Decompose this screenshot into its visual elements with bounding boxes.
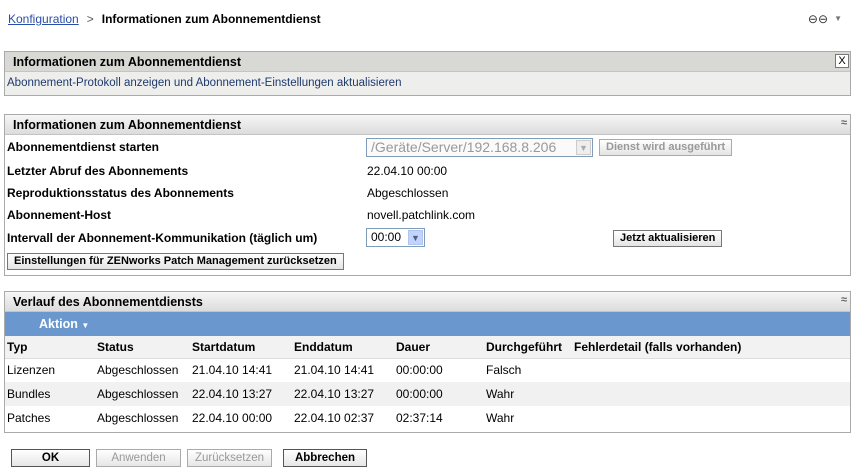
column-header[interactable]: Startdatum xyxy=(190,336,292,359)
cell: 21.04.10 14:41 xyxy=(192,363,273,378)
column-header[interactable]: Status xyxy=(95,336,190,359)
service-running-button: Dienst wird ausgeführt xyxy=(599,139,733,156)
cell: 02:37:14 xyxy=(396,411,443,425)
section-title: Informationen zum Abonnementdienst xyxy=(13,118,242,132)
interval-select[interactable]: 00:00 ▼ xyxy=(366,228,425,247)
info-box: Informationen zum Abonnementdienst X Abo… xyxy=(4,51,851,96)
chevron-down-icon: ▼ xyxy=(81,321,90,330)
value-host: novell.patchlink.com xyxy=(367,208,476,222)
cell: Abgeschlossen xyxy=(95,382,190,406)
collapse-icon[interactable]: ≈ xyxy=(841,117,847,129)
column-header[interactable]: Typ xyxy=(5,336,95,359)
cell xyxy=(572,406,850,430)
cell: 22.04.10 02:37 xyxy=(294,411,375,425)
link-icon[interactable]: ⊖⊖ xyxy=(808,12,828,26)
subscription-history-section: Verlauf des Abonnementdiensts ≈ Aktion ▼ … xyxy=(4,291,851,433)
action-menu-label: Aktion xyxy=(39,317,78,331)
table-row[interactable]: Lizenzen Abgeschlossen 21.04.10 14:41 21.04… xyxy=(5,358,850,382)
cell xyxy=(572,358,850,382)
chevron-down-icon[interactable]: ▼ xyxy=(834,14,842,23)
collapse-icon[interactable]: ≈ xyxy=(841,294,847,306)
cell: Lizenzen xyxy=(7,363,56,378)
cancel-button[interactable]: Abbrechen xyxy=(283,449,367,467)
info-box-description: Abonnement-Protokoll anzeigen und Abonne… xyxy=(7,77,402,89)
interval-select-value: 00:00 xyxy=(371,230,402,244)
cell: 22.04.10 00:00 xyxy=(192,411,273,425)
history-table: Typ Status Startdatum Enddatum Dauer Durchgef… xyxy=(5,336,850,430)
cell: Patches xyxy=(7,411,51,425)
server-select: /Geräte/Server/192.168.8.206 ▼ xyxy=(366,138,593,157)
update-now-button[interactable]: Jetzt aktualisieren xyxy=(613,230,723,247)
column-header[interactable]: Enddatum xyxy=(292,336,394,359)
value-replication-status: Abgeschlossen xyxy=(367,186,449,200)
label-start-service: Abonnementdienst starten xyxy=(7,140,160,154)
cell: 00:00:00 xyxy=(394,382,484,406)
cell: Abgeschlossen xyxy=(97,411,179,425)
info-box-title: Informationen zum Abonnementdienst xyxy=(5,52,850,72)
table-row[interactable]: Patches Abgeschlossen 22.04.10 00:00 22.04.… xyxy=(5,406,850,430)
action-menu[interactable]: Aktion ▼ xyxy=(5,312,850,336)
reset-patch-management-button[interactable]: Einstellungen für ZENworks Patch Managem… xyxy=(7,253,344,270)
column-header[interactable]: Dauer xyxy=(394,336,484,359)
label-host: Abonnement-Host xyxy=(7,208,111,222)
breadcrumb-link-konfiguration[interactable]: Konfiguration xyxy=(8,12,79,26)
close-icon[interactable]: X xyxy=(835,54,849,68)
table-header-row: Typ Status Startdatum Enddatum Dauer Durchgef… xyxy=(5,336,850,359)
table-row[interactable]: Bundles Abgeschlossen 22.04.10 13:27 22.04.… xyxy=(5,382,850,406)
cell: 00:00:00 xyxy=(396,363,443,378)
label-replication-status: Reproduktionsstatus des Abonnements xyxy=(7,186,234,200)
ok-button[interactable]: OK xyxy=(11,449,90,467)
server-select-value: /Geräte/Server/192.168.8.206 xyxy=(371,139,557,155)
cell: 21.04.10 14:41 xyxy=(294,363,375,378)
chevron-down-icon: ▼ xyxy=(576,140,591,155)
column-header[interactable]: Durchgeführt xyxy=(484,336,572,359)
label-last-fetch: Letzter Abruf des Abonnements xyxy=(7,164,189,178)
chevron-down-icon[interactable]: ▼ xyxy=(408,230,423,245)
cell: 22.04.10 13:27 xyxy=(190,382,292,406)
breadcrumb-separator: > xyxy=(86,12,94,26)
cell: 22.04.10 13:27 xyxy=(292,382,394,406)
cell: Bundles xyxy=(5,382,95,406)
value-last-fetch: 22.04.10 00:00 xyxy=(367,164,448,178)
apply-button: Anwenden xyxy=(96,449,181,467)
breadcrumb-current: Informationen zum Abonnementdienst xyxy=(101,12,321,26)
cell: Abgeschlossen xyxy=(97,363,179,378)
label-interval: Intervall der Abonnement-Kommunikation (… xyxy=(7,231,318,245)
column-header[interactable]: Fehlerdetail (falls vorhanden) xyxy=(572,336,850,359)
subscription-info-section: Informationen zum Abonnementdienst ≈ Abon… xyxy=(4,114,851,276)
cell: Falsch xyxy=(486,363,522,378)
breadcrumb: Konfiguration > Informationen zum Abonneme… xyxy=(8,12,321,26)
cell: Wahr xyxy=(484,382,572,406)
reset-button: Zurücksetzen xyxy=(187,449,272,467)
cell xyxy=(572,382,850,406)
cell: Wahr xyxy=(486,411,515,425)
section-title: Verlauf des Abonnementdiensts xyxy=(13,295,203,309)
